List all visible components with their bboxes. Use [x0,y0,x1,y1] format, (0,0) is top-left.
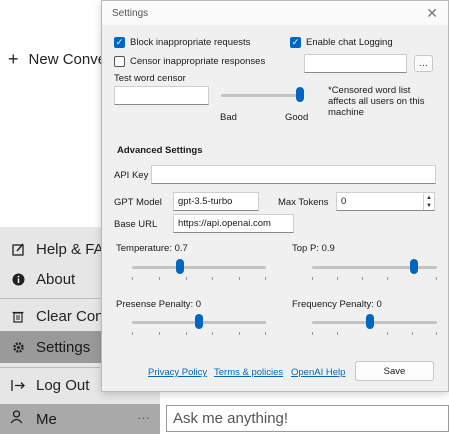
checkbox-label: Censor inappropriate responses [130,56,266,67]
slider-tick [265,332,266,335]
spin-up-icon[interactable]: ▲ [424,194,434,202]
gpt-model-label: GPT Model [114,197,162,208]
slider-tick [186,277,187,280]
trash-icon [10,310,26,323]
user-icon [10,410,26,428]
settings-dialog: Settings ✕ ✓ Block inappropriate request… [101,0,449,392]
slider-tick [312,332,313,335]
more-options-icon[interactable]: ··· [137,410,150,425]
slider-tick [239,332,240,335]
api-key-field[interactable] [151,165,436,184]
user-profile-button[interactable]: Me ··· [0,404,160,434]
slider-tick [159,332,160,335]
menu-item-label: Settings [36,338,91,356]
checkbox-label: Enable chat Logging [306,37,393,48]
openai-help-link[interactable]: OpenAI Help [291,367,345,378]
close-icon[interactable]: ✕ [426,5,438,22]
api-key-label: API Key [114,170,149,181]
menu-divider [0,298,100,299]
block-inappropriate-checkbox[interactable]: ✓ Block inappropriate requests [114,37,250,48]
slider-tick [436,277,437,280]
slider-tick [239,277,240,280]
gear-icon [10,341,26,354]
slider-tick [159,277,160,280]
slider-tick [436,332,437,335]
top-p-slider[interactable] [410,259,418,274]
slider-tick [387,332,388,335]
censor-responses-checkbox[interactable]: Censor inappropriate responses [114,56,265,67]
slider-tick [337,277,338,280]
censor-bad-label: Bad [220,112,237,123]
enable-logging-checkbox[interactable]: ✓ Enable chat Logging [290,37,393,48]
chat-input[interactable] [166,405,449,432]
info-icon [10,273,26,286]
temperature-track [132,266,266,269]
slider-tick [412,332,413,335]
top-p-track [312,266,437,269]
slider-tick [186,332,187,335]
checkbox-box [114,56,125,67]
frequency-penalty-label: Frequency Penalty: 0 [292,299,382,310]
slider-tick [212,332,213,335]
censor-good-label: Good [285,112,309,123]
max-tokens-label: Max Tokens [278,197,329,208]
max-tokens-field[interactable] [336,192,435,211]
logging-path-field[interactable] [304,54,407,73]
frequency-penalty-track [312,321,437,324]
browse-button[interactable]: ... [414,55,433,72]
max-tokens-spinner[interactable]: ▲ ▼ [423,194,434,210]
gpt-model-field[interactable] [173,192,259,211]
slider-tick [362,277,363,280]
menu-item-label: Log Out [36,376,90,394]
dialog-title: Settings [112,7,149,19]
menu-item-label: About [36,270,76,288]
checkmark-icon: ✓ [290,37,301,48]
test-word-censor-label: Test word censor [114,73,186,84]
menu-divider [0,367,100,368]
base-url-label: Base URL [114,219,158,230]
slider-tick [312,277,313,280]
advanced-settings-heading: Advanced Settings [117,145,203,156]
checkmark-icon: ✓ [114,37,125,48]
user-name: Me [36,410,57,428]
slider-tick [132,277,133,280]
spin-down-icon[interactable]: ▼ [424,202,434,210]
slider-tick [212,277,213,280]
temperature-label: Temperature: 0.7 [116,243,188,254]
checkbox-label: Block inappropriate requests [130,37,251,48]
temperature-slider[interactable] [176,259,184,274]
slider-tick [132,332,133,335]
edit-icon [10,243,26,256]
base-url-field[interactable] [173,214,294,233]
slider-tick [337,332,338,335]
censor-level-track [221,94,304,97]
frequency-penalty-slider[interactable] [366,314,374,329]
privacy-policy-link[interactable]: Privacy Policy [148,367,207,378]
slider-tick [387,277,388,280]
top-p-label: Top P: 0.9 [292,243,335,254]
plus-icon: + [8,48,19,69]
save-button[interactable]: Save [355,361,434,381]
slider-tick [265,277,266,280]
presence-penalty-label: Presense Penalty: 0 [116,299,202,310]
censor-note: *Censored word list affects all users on… [328,85,425,118]
terms-policies-link[interactable]: Terms & policies [214,367,283,378]
logout-icon [10,379,26,392]
test-word-censor-field[interactable] [114,86,209,105]
presence-penalty-slider[interactable] [195,314,203,329]
dialog-titlebar: Settings ✕ [102,1,448,25]
censor-level-slider[interactable] [296,87,304,102]
